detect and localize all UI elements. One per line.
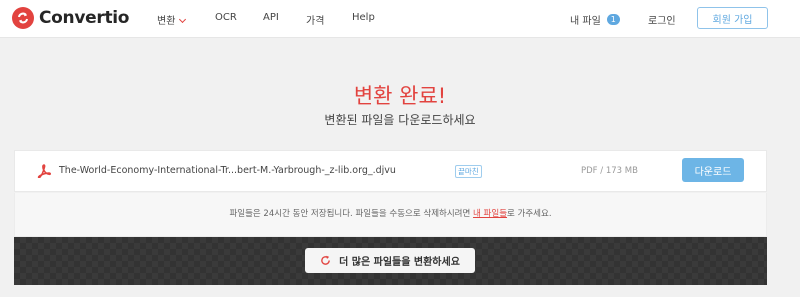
nav-help[interactable]: Help (352, 12, 375, 23)
page-title: 변환 완료! (353, 84, 447, 108)
file-row: The-World-Economy-International-Tr...ber… (14, 150, 767, 192)
my-files-label: 내 파일 (570, 16, 601, 27)
nav-ocr[interactable]: OCR (215, 12, 237, 23)
brand-logo[interactable]: Convertio (12, 7, 129, 29)
signup-button[interactable]: 회원 가입 (697, 7, 768, 29)
download-button[interactable]: 다운로드 (682, 158, 744, 182)
convert-more-strip: 더 많은 파일들을 변환하세요 (14, 237, 767, 285)
login-link[interactable]: 로그인 (648, 12, 676, 27)
nav-convert-label: 변환 (157, 16, 176, 27)
my-files-link[interactable]: 내 파일 1 (570, 12, 620, 27)
storage-notice: 파일들은 24시간 동안 저장됩니다. 파일들을 수동으로 삭제하시려면 내 파… (14, 193, 767, 237)
pdf-icon (37, 164, 51, 178)
notice-text-after: 로 가주세요. (507, 209, 552, 219)
my-files-count-badge: 1 (606, 14, 620, 25)
my-files-notice-link[interactable]: 내 파일들 (473, 209, 507, 219)
page-subtitle: 변환된 파일을 다운로드하세요 (324, 113, 476, 127)
brand-name: Convertio (39, 8, 130, 28)
convert-more-label: 더 많은 파일들을 변환하세요 (339, 257, 460, 268)
nav-api[interactable]: API (263, 12, 279, 23)
refresh-icon (321, 255, 330, 265)
file-info: PDF / 173 MB (581, 166, 638, 176)
chevron-down-icon (179, 15, 187, 24)
nav-convert[interactable]: 변환 (157, 12, 187, 27)
convert-more-button[interactable]: 더 많은 파일들을 변환하세요 (305, 248, 475, 273)
logo-icon (12, 7, 34, 29)
file-name: The-World-Economy-International-Tr...ber… (59, 165, 396, 176)
nav-pricing[interactable]: 가격 (306, 12, 324, 27)
notice-text-before: 파일들은 24시간 동안 저장됩니다. 파일들을 수동으로 삭제하시려면 (229, 209, 474, 219)
top-header: Convertio 변환 OCR API 가격 Help 내 파일 1 로그인 … (0, 0, 800, 38)
status-badge: 끝마친 (455, 165, 482, 178)
